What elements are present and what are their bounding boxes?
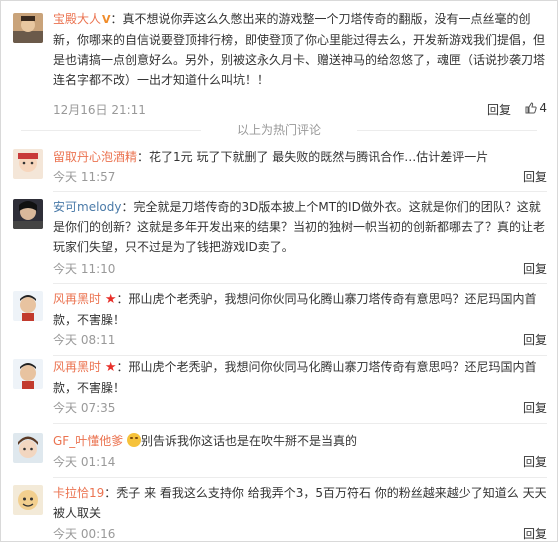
avatar[interactable] [13, 149, 43, 179]
comment-time: 今天 11:57 [53, 170, 116, 184]
comment-time: 今天 01:14 [53, 455, 116, 469]
comment-time: 今天 07:35 [53, 401, 116, 415]
comment-body: 卡拉恰19：秃子 来 看我这么支持你 给我弄个3，5百万符石 你的粉丝越来越少了… [53, 483, 547, 523]
comment-username[interactable]: 留取丹心泡酒精 [53, 150, 137, 164]
reply-button[interactable]: 回复 [523, 168, 547, 185]
divider [53, 191, 547, 192]
star-icon: ★ [104, 360, 117, 375]
reply-button[interactable]: 回复 [523, 260, 547, 277]
comment-meta: 12月16日 21:11 回复 4 [53, 101, 547, 119]
hot-comments-divider: 以上为热门评论 [1, 119, 557, 141]
comment-meta: 今天 11:57 回复 [53, 168, 547, 186]
comment-text: ：花了1元 玩了下就删了 最失败的既然与腾讯合作…估计差评一片 [137, 150, 489, 164]
comment-body: 留取丹心泡酒精：花了1元 玩了下就删了 最失败的既然与腾讯合作…估计差评一片 [53, 147, 547, 167]
reply-button[interactable]: 回复 [487, 101, 511, 118]
thumbs-up-icon [525, 102, 538, 114]
avatar[interactable] [13, 291, 43, 321]
comment-text: ：真不想说你弄这么久憋出来的游戏整一个刀塔传奇的翻版，没有一点丝毫的创新，你哪来… [53, 12, 546, 87]
star-icon: ★ [104, 292, 117, 307]
like-button[interactable]: 4 [525, 101, 547, 115]
comment-meta: 今天 00:16 回复 [53, 525, 547, 541]
comment-body: 宝殿大人V：真不想说你弄这么久憋出来的游戏整一个刀塔传奇的翻版，没有一点丝毫的创… [53, 9, 547, 90]
comment-time: 12月16日 21:11 [53, 103, 146, 117]
comment-meta: 今天 01:14 回复 [53, 453, 547, 471]
comment-text: 别告诉我你这话也是在吹牛掰不是当真的 [141, 434, 358, 448]
comment-username[interactable]: 宝殿大人 [53, 12, 101, 26]
comment-username[interactable]: 风再黑时 [53, 292, 101, 306]
comment-username[interactable]: 安可melody [53, 200, 121, 214]
reply-button[interactable]: 回复 [523, 399, 547, 416]
comment-text: ：邢山虎个老秃驴，我想问你伙同马化腾山寨刀塔传奇有意思吗？还尼玛国内首款，不害臊… [53, 292, 537, 327]
divider [53, 477, 547, 478]
comment-username[interactable]: 卡拉恰19 [53, 486, 104, 500]
divider [53, 283, 547, 284]
comment-meta: 今天 11:10 回复 [53, 260, 547, 278]
comment-meta: 今天 07:35 回复 [53, 399, 547, 417]
verified-badge-icon: V [102, 13, 111, 26]
reply-button[interactable]: 回复 [523, 525, 547, 541]
reply-button[interactable]: 回复 [523, 331, 547, 348]
avatar[interactable] [13, 485, 43, 515]
reply-button[interactable]: 回复 [523, 453, 547, 470]
comment-text: ：秃子 来 看我这么支持你 给我弄个3，5百万符石 你的粉丝越来越少了知道么 天… [53, 486, 547, 520]
comment-text: ：邢山虎个老秃驴，我想问你伙同马化腾山寨刀塔传奇有意思吗？还尼玛国内首款，不害臊… [53, 360, 537, 395]
comment-body: 安可melody：完全就是刀塔传奇的3D版本披上个MT的ID做外衣。这就是你们的… [53, 197, 547, 257]
comment-body: 风再黑时 ★：邢山虎个老秃驴，我想问你伙同马化腾山寨刀塔传奇有意思吗？还尼玛国内… [53, 289, 547, 330]
divider [53, 355, 547, 356]
comment-time: 今天 08:11 [53, 333, 116, 347]
like-count: 4 [539, 101, 547, 115]
comment-body: GF_叶懂他爹 别告诉我你这话也是在吹牛掰不是当真的 [53, 431, 547, 451]
avatar[interactable] [13, 199, 43, 229]
comment-username[interactable]: GF_叶懂他爹 [53, 434, 123, 448]
avatar[interactable] [13, 359, 43, 389]
divider [53, 423, 547, 424]
comment-username[interactable]: 风再黑时 [53, 360, 101, 374]
comment-text: ：完全就是刀塔传奇的3D版本披上个MT的ID做外衣。这就是你们的团队？这就是你们… [53, 200, 546, 254]
comment-time: 今天 00:16 [53, 527, 116, 541]
comment-meta: 今天 08:11 回复 [53, 331, 547, 349]
avatar[interactable] [13, 13, 43, 43]
comment-panel: 宝殿大人V：真不想说你弄这么久憋出来的游戏整一个刀塔传奇的翻版，没有一点丝毫的创… [0, 0, 558, 542]
avatar[interactable] [13, 433, 43, 463]
laughing-emoji-icon [127, 433, 142, 447]
comment-body: 风再黑时 ★：邢山虎个老秃驴，我想问你伙同马化腾山寨刀塔传奇有意思吗？还尼玛国内… [53, 357, 547, 398]
comment-time: 今天 11:10 [53, 262, 116, 276]
